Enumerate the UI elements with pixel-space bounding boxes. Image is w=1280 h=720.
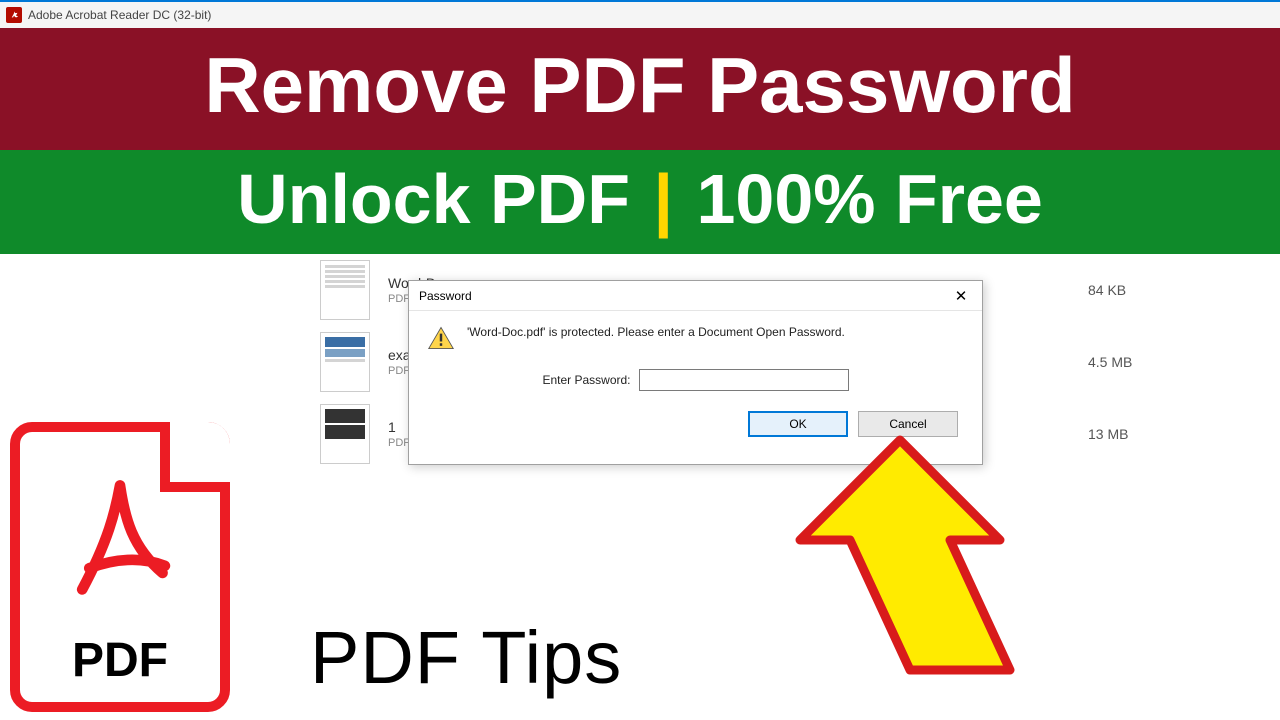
pdf-logo-big: PDF (10, 422, 290, 712)
app-icon (6, 7, 22, 23)
close-icon[interactable]: ✕ (948, 285, 974, 307)
app-title: Adobe Acrobat Reader DC (32-bit) (28, 8, 211, 22)
pdf-tips-text: PDF Tips (310, 615, 622, 700)
cancel-button[interactable]: Cancel (858, 411, 958, 437)
file-thumb-icon (320, 260, 370, 320)
file-thumb-icon (320, 404, 370, 464)
banner-separator: | (653, 160, 673, 238)
file-size: 13 MB (1088, 426, 1128, 442)
banner-green-left: Unlock PDF (237, 160, 649, 238)
file-size: 84 KB (1088, 282, 1126, 298)
banner-title-red: Remove PDF Password (0, 28, 1280, 150)
dialog-message: 'Word-Doc.pdf' is protected. Please ente… (467, 325, 845, 339)
file-thumb-icon (320, 332, 370, 392)
banner-title-green: Unlock PDF | 100% Free (0, 150, 1280, 254)
banner-green-right: 100% Free (677, 160, 1043, 238)
pdf-label: PDF (20, 633, 220, 688)
password-label: Enter Password: (542, 373, 630, 387)
window-titlebar: Adobe Acrobat Reader DC (32-bit) (0, 0, 1280, 28)
acrobat-icon (60, 476, 180, 606)
ok-button[interactable]: OK (748, 411, 848, 437)
dialog-title: Password (419, 289, 472, 303)
password-dialog: Password ✕ 'Word-Doc.pdf' is protected. … (408, 280, 983, 465)
file-size: 4.5 MB (1088, 354, 1132, 370)
password-input[interactable] (639, 369, 849, 391)
warning-icon (427, 325, 455, 351)
